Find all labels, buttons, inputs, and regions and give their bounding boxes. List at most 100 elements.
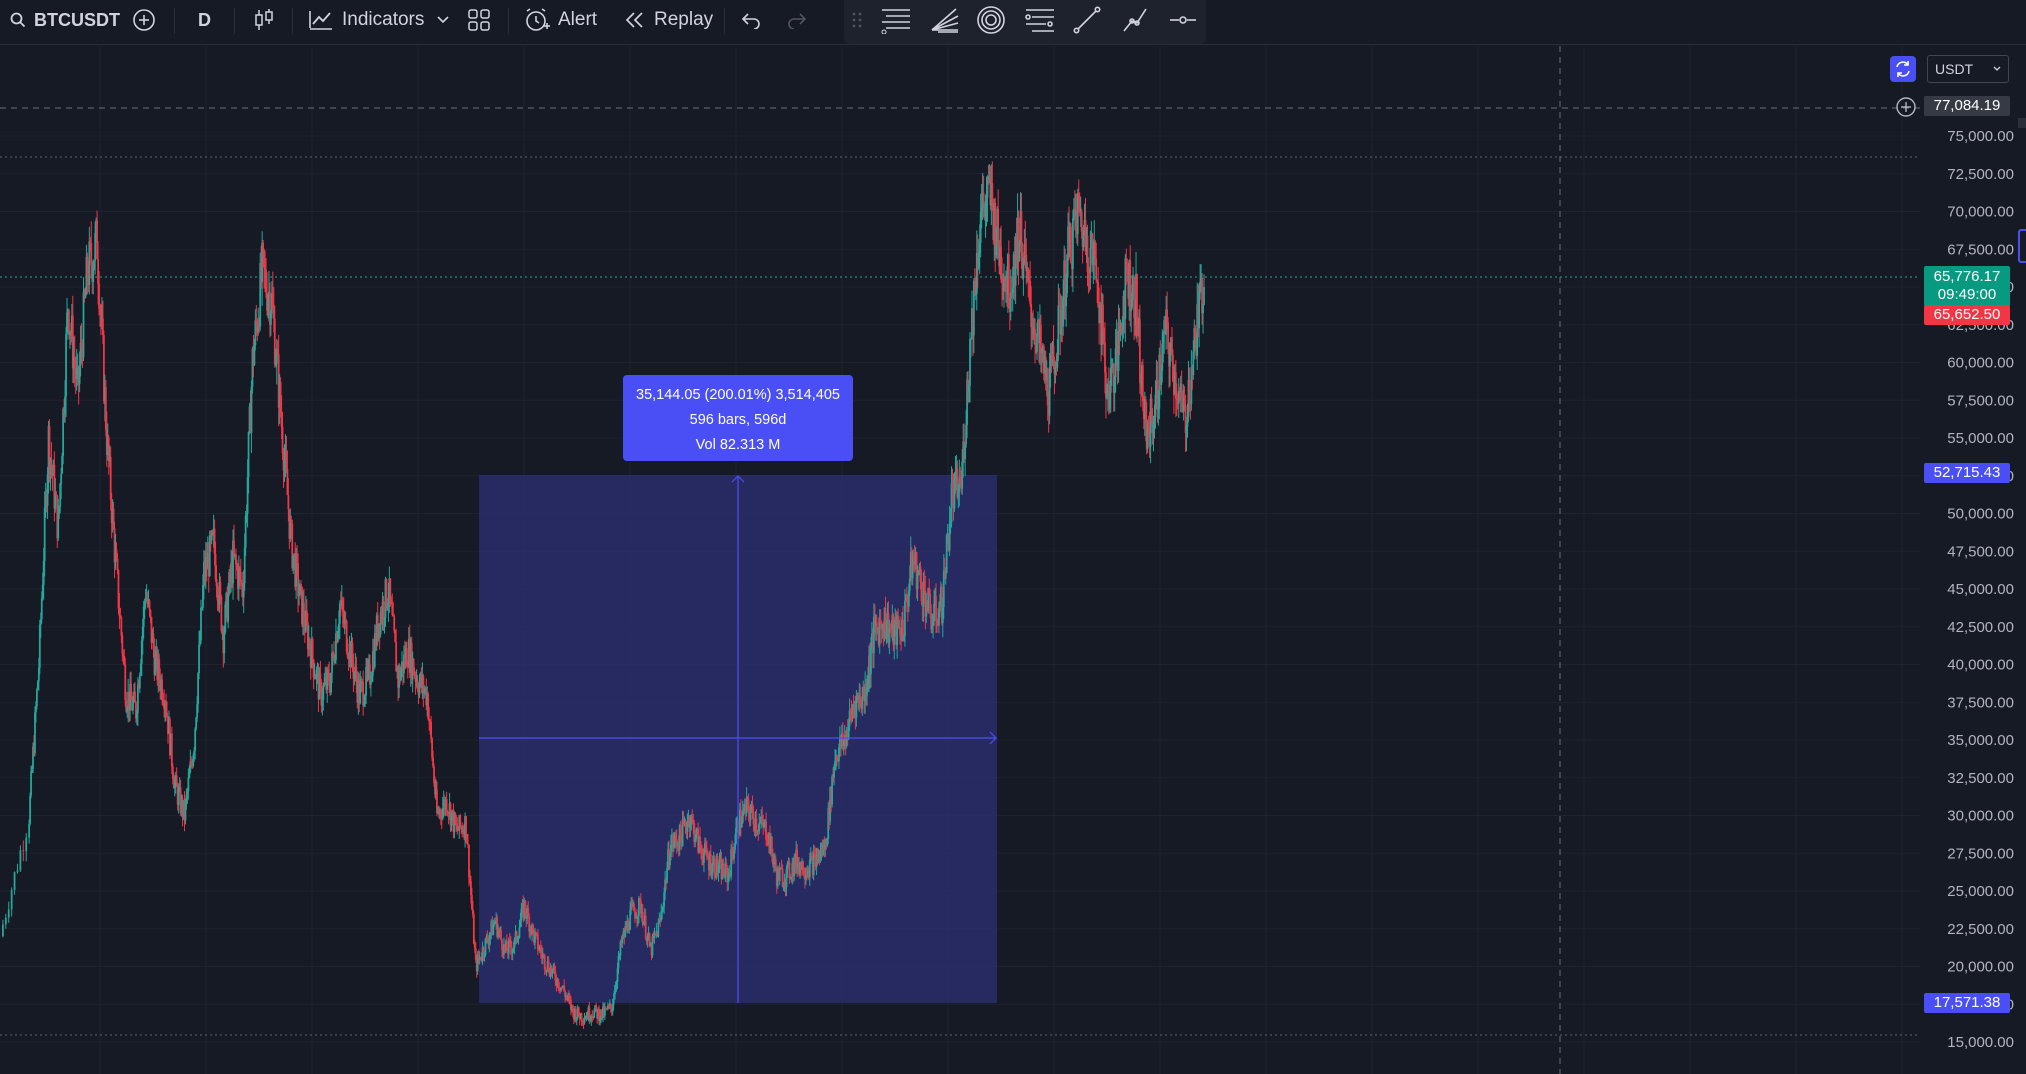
- toolbar-divider: [174, 8, 175, 34]
- indicators-dropdown[interactable]: [436, 0, 450, 40]
- redo-icon: [786, 11, 808, 29]
- candle-body: [459, 815, 462, 827]
- candle-body: [916, 573, 919, 589]
- fib-retracement-tool[interactable]: [880, 0, 912, 40]
- horizontal-ray-tool[interactable]: [1168, 0, 1198, 40]
- candle-body: [29, 795, 31, 824]
- price-tick-label: 75,000.00: [1947, 128, 2014, 145]
- candle-body: [609, 1003, 612, 1008]
- candle-body: [920, 582, 923, 602]
- symbol-search[interactable]: BTCUSDT: [10, 0, 120, 40]
- compare-symbol-button[interactable]: [132, 0, 156, 40]
- candle-body: [595, 1005, 598, 1010]
- candle-body: [30, 771, 32, 796]
- chevron-down-icon: [1992, 56, 2002, 90]
- candle-body: [713, 858, 716, 876]
- search-icon: [10, 12, 26, 28]
- candle-body: [1141, 365, 1144, 402]
- measure-change: 35,144.05 (200.01%) 3,514,405: [636, 387, 840, 403]
- price-tick-label: 55,000.00: [1947, 430, 2014, 447]
- candle-body: [4, 917, 7, 925]
- price-tick-label: 20,000.00: [1947, 959, 2014, 976]
- drawing-toolbar: [844, 0, 1206, 44]
- price-scale-handle[interactable]: [2018, 229, 2026, 263]
- candle-body: [758, 823, 761, 832]
- candle-body: [187, 778, 190, 792]
- fib-circles-tool[interactable]: [976, 0, 1006, 40]
- price-tick-label: 67,500.00: [1947, 241, 2014, 258]
- price-axis[interactable]: 75,000.0072,500.0070,000.0067,500.0065,0…: [1920, 46, 2026, 1074]
- auto-scale-button[interactable]: [1890, 56, 1916, 82]
- price-tick-label: 50,000.00: [1947, 506, 2014, 523]
- scrollbar-thumb[interactable]: [2018, 118, 2026, 128]
- fib-fan-icon: [928, 6, 960, 34]
- candle-body: [944, 572, 947, 579]
- price-tick-label: 40,000.00: [1947, 657, 2014, 674]
- candle-body: [612, 999, 615, 1005]
- redo-button[interactable]: [786, 0, 808, 40]
- candle-body: [544, 968, 547, 971]
- layouts-button[interactable]: [467, 0, 491, 40]
- measure-volume: Vol 82.313 M: [695, 437, 781, 453]
- drag-handle[interactable]: [852, 0, 862, 40]
- indicators-label: Indicators: [342, 9, 425, 30]
- add-alert-button[interactable]: [1895, 96, 1917, 123]
- indicators-icon: [308, 8, 334, 32]
- fib-fan-tool[interactable]: [928, 0, 960, 40]
- fib-channel-tool[interactable]: [1024, 0, 1056, 40]
- candle-body: [22, 850, 25, 852]
- candle-body: [718, 859, 721, 870]
- toolbar-divider: [508, 8, 509, 34]
- interval-button[interactable]: D: [198, 0, 211, 40]
- trend-line-tool[interactable]: [1072, 0, 1102, 40]
- price-tick-label: 27,500.00: [1947, 845, 2014, 862]
- toolbar-divider: [234, 8, 235, 34]
- candle-body: [149, 610, 152, 617]
- plus-circle-icon: [1895, 97, 1917, 122]
- last-price-value: 65,776.17: [1933, 268, 2001, 285]
- candle-body: [1089, 247, 1092, 273]
- price-tick-label: 45,000.00: [1947, 581, 2014, 598]
- candle-body: [532, 924, 534, 931]
- price-chart[interactable]: [0, 46, 1920, 1074]
- chevron-down-icon: [436, 15, 450, 25]
- candle-body: [194, 728, 197, 751]
- candle-body: [92, 268, 95, 282]
- candle-body: [170, 733, 173, 767]
- candle-body: [219, 581, 222, 597]
- alert-button[interactable]: Alert: [524, 0, 597, 40]
- grid-layout-icon: [467, 8, 491, 32]
- candle-body: [904, 600, 906, 637]
- candle-body: [54, 494, 57, 509]
- undo-button[interactable]: [740, 0, 762, 40]
- candles-icon: [253, 8, 275, 32]
- measure-bottom-label: 17,571.38: [1924, 993, 2010, 1013]
- candle-body: [1072, 218, 1074, 270]
- candle-body: [657, 922, 660, 937]
- rewind-icon: [624, 11, 646, 29]
- fib-retracement-icon: [880, 6, 912, 34]
- candle-body: [35, 689, 38, 707]
- candle-body: [1139, 319, 1141, 384]
- candle-body: [644, 915, 647, 939]
- chart-type-button[interactable]: [253, 0, 275, 40]
- currency-label: USDT: [1935, 61, 1974, 77]
- candle-body: [200, 607, 202, 641]
- replay-button[interactable]: Replay: [624, 0, 713, 40]
- alert-label: Alert: [558, 9, 598, 30]
- plus-circle-icon: [132, 8, 156, 32]
- price-tick-label: 32,500.00: [1947, 770, 2014, 787]
- candle-body: [1070, 226, 1072, 264]
- price-tick-label: 25,000.00: [1947, 883, 2014, 900]
- crosshair-price-label: 77,084.19: [1924, 96, 2010, 116]
- concentric-circles-icon: [976, 5, 1006, 35]
- candle-body: [311, 638, 314, 660]
- candle-body: [19, 850, 22, 871]
- path-tool[interactable]: [1120, 0, 1150, 40]
- currency-select[interactable]: USDT: [1927, 55, 2009, 83]
- candle-body: [148, 600, 151, 611]
- refresh-icon: [1890, 61, 1916, 86]
- indicators-button[interactable]: Indicators: [308, 0, 424, 40]
- candle-body: [166, 712, 168, 717]
- trend-line-icon: [1072, 5, 1102, 35]
